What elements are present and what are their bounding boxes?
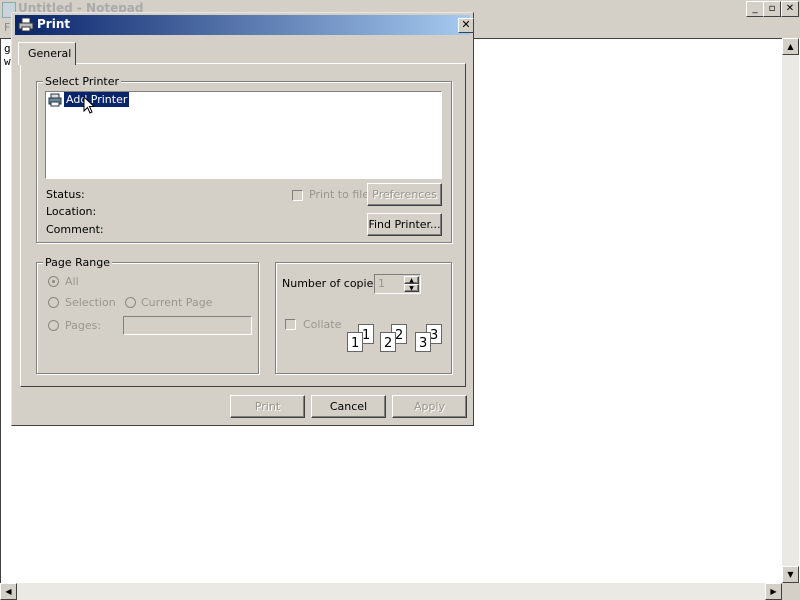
horizontal-scrollbar[interactable]: ◀ ▶: [0, 583, 782, 600]
radio-pages[interactable]: [48, 320, 59, 331]
cancel-button[interactable]: Cancel: [311, 395, 386, 418]
select-printer-label: Select Printer: [43, 75, 122, 88]
text-line: w: [4, 55, 11, 68]
print-button[interactable]: Print: [230, 395, 305, 418]
pages-input[interactable]: [123, 316, 252, 335]
collate-label: Collate: [303, 318, 342, 331]
location-label: Location:: [46, 205, 97, 218]
mouse-cursor-icon: [83, 96, 96, 114]
maximize-button[interactable]: ▫: [763, 1, 781, 17]
notepad-close-button[interactable]: ✕: [781, 1, 799, 17]
minimize-button[interactable]: _: [746, 1, 764, 17]
radio-pages-label: Pages:: [65, 319, 102, 332]
print-to-file-label: Print to file: [309, 188, 370, 201]
spin-down-icon[interactable]: ▼: [404, 284, 419, 292]
radio-selection[interactable]: [48, 297, 59, 308]
collate-page-icon: 1: [347, 332, 363, 352]
spin-up-icon[interactable]: ▲: [404, 276, 419, 284]
add-printer-icon: [48, 93, 62, 107]
copies-value: 1: [378, 277, 385, 290]
print-to-file-checkbox[interactable]: [292, 190, 303, 201]
radio-current-page-label: Current Page: [141, 296, 213, 309]
tab-general-label: General: [28, 47, 72, 60]
collate-checkbox[interactable]: [285, 319, 296, 330]
radio-selection-label: Selection: [65, 296, 116, 309]
dialog-title: Print: [37, 17, 71, 31]
comment-label: Comment:: [46, 223, 104, 236]
vertical-scrollbar[interactable]: ▲ ▼: [782, 38, 799, 583]
preferences-button[interactable]: Preferences: [367, 183, 442, 206]
tab-general[interactable]: General: [18, 42, 76, 65]
dialog-title-bar[interactable]: Print ✕: [15, 15, 474, 35]
menu-file[interactable]: F: [4, 21, 10, 34]
scroll-down-icon[interactable]: ▼: [782, 566, 799, 583]
print-dialog: Print ✕ General Select Printer Add Print…: [11, 12, 474, 426]
copies-spinner[interactable]: 1 ▲ ▼: [374, 274, 421, 294]
printer-icon: [18, 17, 34, 32]
scroll-left-icon[interactable]: ◀: [0, 583, 17, 600]
find-printer-button[interactable]: Find Printer...: [367, 213, 442, 236]
radio-all-label: All: [65, 275, 79, 288]
radio-all[interactable]: [48, 276, 59, 287]
collate-page-icon: 2: [380, 332, 396, 352]
size-grip[interactable]: [782, 583, 800, 600]
scroll-right-icon[interactable]: ▶: [765, 583, 782, 600]
number-of-copies-label: Number of copies:: [282, 277, 383, 290]
status-label: Status:: [46, 188, 85, 201]
notepad-text: g w: [4, 42, 11, 68]
collate-page-icon: 3: [415, 332, 431, 352]
dialog-close-button[interactable]: ✕: [458, 18, 474, 33]
text-line: g: [4, 42, 11, 55]
apply-button[interactable]: Apply: [392, 395, 467, 418]
page-range-label: Page Range: [43, 256, 112, 269]
scroll-up-icon[interactable]: ▲: [782, 38, 799, 55]
printer-list[interactable]: Add Printer: [45, 91, 442, 179]
radio-current-page[interactable]: [125, 297, 136, 308]
